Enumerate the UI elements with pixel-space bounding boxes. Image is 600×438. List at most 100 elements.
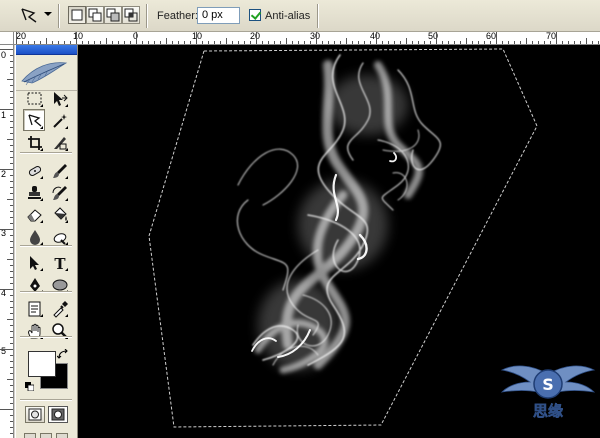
ruler-tick: [304, 41, 305, 44]
horizontal-ruler[interactable]: 20 10 0 10 20 30 40 50 60 70: [14, 32, 600, 45]
ruler-tick: [568, 41, 569, 44]
ruler-tick: [454, 41, 455, 44]
tool-flyout-indicator: [65, 176, 68, 179]
ruler-tick: [10, 73, 13, 74]
ruler-tick: [166, 38, 167, 44]
full-screen-mode-button[interactable]: [56, 433, 68, 438]
foreground-color-swatch[interactable]: [28, 351, 56, 377]
quick-mask-mode-button[interactable]: [48, 406, 68, 423]
ruler-tick: [0, 349, 13, 350]
add-to-selection-button[interactable]: [86, 6, 104, 24]
tool-eyedropper[interactable]: [48, 297, 70, 319]
ruler-label: 4: [1, 288, 7, 298]
tool-crop[interactable]: [23, 131, 45, 153]
new-selection-button[interactable]: [68, 6, 86, 24]
default-colors-icon[interactable]: [25, 382, 35, 392]
svg-text:S: S: [542, 375, 554, 394]
ruler-tick: [226, 38, 227, 44]
ruler-tick: [160, 41, 161, 44]
ruler-tick: [10, 103, 13, 104]
tool-preset-picker[interactable]: [18, 5, 42, 27]
subtract-from-selection-icon: [106, 8, 120, 22]
swap-colors-icon[interactable]: [56, 348, 69, 361]
ruler-tick: [10, 355, 13, 356]
ruler-tick: [10, 433, 13, 434]
ruler-tick: [76, 32, 77, 44]
anti-alias-checkbox[interactable]: [249, 9, 261, 21]
tool-blur[interactable]: [23, 225, 45, 247]
tool-dodge[interactable]: [48, 225, 70, 247]
ruler-label: 0: [1, 50, 7, 60]
ruler-tick: [88, 41, 89, 44]
tool-notes[interactable]: [23, 297, 45, 319]
tool-rectangular-marquee[interactable]: [23, 87, 45, 109]
tool-type[interactable]: T: [48, 251, 70, 273]
ruler-tick: [274, 41, 275, 44]
ruler-tick: [10, 133, 13, 134]
standard-screen-mode-button[interactable]: [24, 433, 36, 438]
ruler-tick: [10, 385, 13, 386]
tool-magic-wand[interactable]: [48, 109, 70, 131]
tool-slice[interactable]: [48, 131, 70, 153]
ruler-origin[interactable]: [0, 32, 14, 45]
ruler-tick: [538, 41, 539, 44]
ruler-tick: [316, 32, 317, 44]
divider: [20, 336, 72, 338]
tool-eraser[interactable]: [23, 203, 45, 225]
tools-palette: T: [15, 45, 78, 438]
ruler-tick: [16, 32, 17, 44]
vertical-ruler[interactable]: 0 1 2 3 4 5: [0, 45, 14, 438]
tool-flyout-indicator: [40, 198, 43, 201]
options-bar: Feather: 0 px Anti-alias: [0, 0, 600, 32]
ruler-tick: [10, 337, 13, 338]
tool-flyout-indicator: [65, 148, 68, 151]
tool-history-brush[interactable]: [48, 181, 70, 203]
ruler-tick: [388, 41, 389, 44]
ruler-tick: [10, 265, 13, 266]
ruler-tick: [496, 32, 497, 44]
palette-title-bar[interactable]: [16, 45, 77, 55]
ruler-tick: [10, 271, 13, 272]
ruler-tick: [364, 41, 365, 44]
ruler-tick: [514, 41, 515, 44]
chevron-down-icon[interactable]: [44, 12, 52, 16]
ruler-tick: [586, 38, 587, 44]
ruler-tick: [424, 41, 425, 44]
intersect-selection-button[interactable]: [122, 6, 140, 24]
tool-move[interactable]: [48, 87, 70, 109]
ruler-tick: [10, 295, 13, 296]
ruler-tick: [430, 41, 431, 44]
ruler-label: 10: [73, 32, 84, 41]
ruler-tick: [376, 32, 377, 44]
subtract-from-selection-button[interactable]: [104, 6, 122, 24]
ruler-label: 30: [310, 32, 321, 41]
tool-healing-brush[interactable]: [23, 159, 45, 181]
ruler-tick: [10, 217, 13, 218]
tool-polygonal-lasso[interactable]: [23, 109, 45, 131]
ruler-tick: [94, 41, 95, 44]
ruler-tick: [10, 283, 13, 284]
tool-flyout-indicator: [65, 126, 68, 129]
ruler-label: 2: [1, 169, 7, 179]
ruler-tick: [298, 41, 299, 44]
feather-input[interactable]: 0 px: [197, 7, 240, 24]
ruler-tick: [562, 41, 563, 44]
quick-mask-mode-icon: [51, 408, 65, 421]
tool-paint-bucket[interactable]: [48, 203, 70, 225]
separator: [146, 4, 148, 28]
standard-mode-button[interactable]: [25, 406, 45, 423]
ruler-tick: [556, 32, 557, 44]
feather-logo[interactable]: [16, 55, 77, 91]
ruler-tick: [406, 38, 407, 44]
ruler-tick: [22, 41, 23, 44]
feather-label: Feather:: [157, 10, 198, 22]
tool-clone-stamp[interactable]: [23, 181, 45, 203]
full-screen-menu-mode-button[interactable]: [40, 433, 52, 438]
tool-path-selection[interactable]: [23, 251, 45, 273]
tool-brush[interactable]: [48, 159, 70, 181]
ruler-tick: [184, 41, 185, 44]
ruler-tick: [268, 41, 269, 44]
ruler-tick: [46, 38, 47, 44]
tool-flyout-indicator: [65, 314, 68, 317]
watermark-text: 思缘: [533, 402, 563, 420]
